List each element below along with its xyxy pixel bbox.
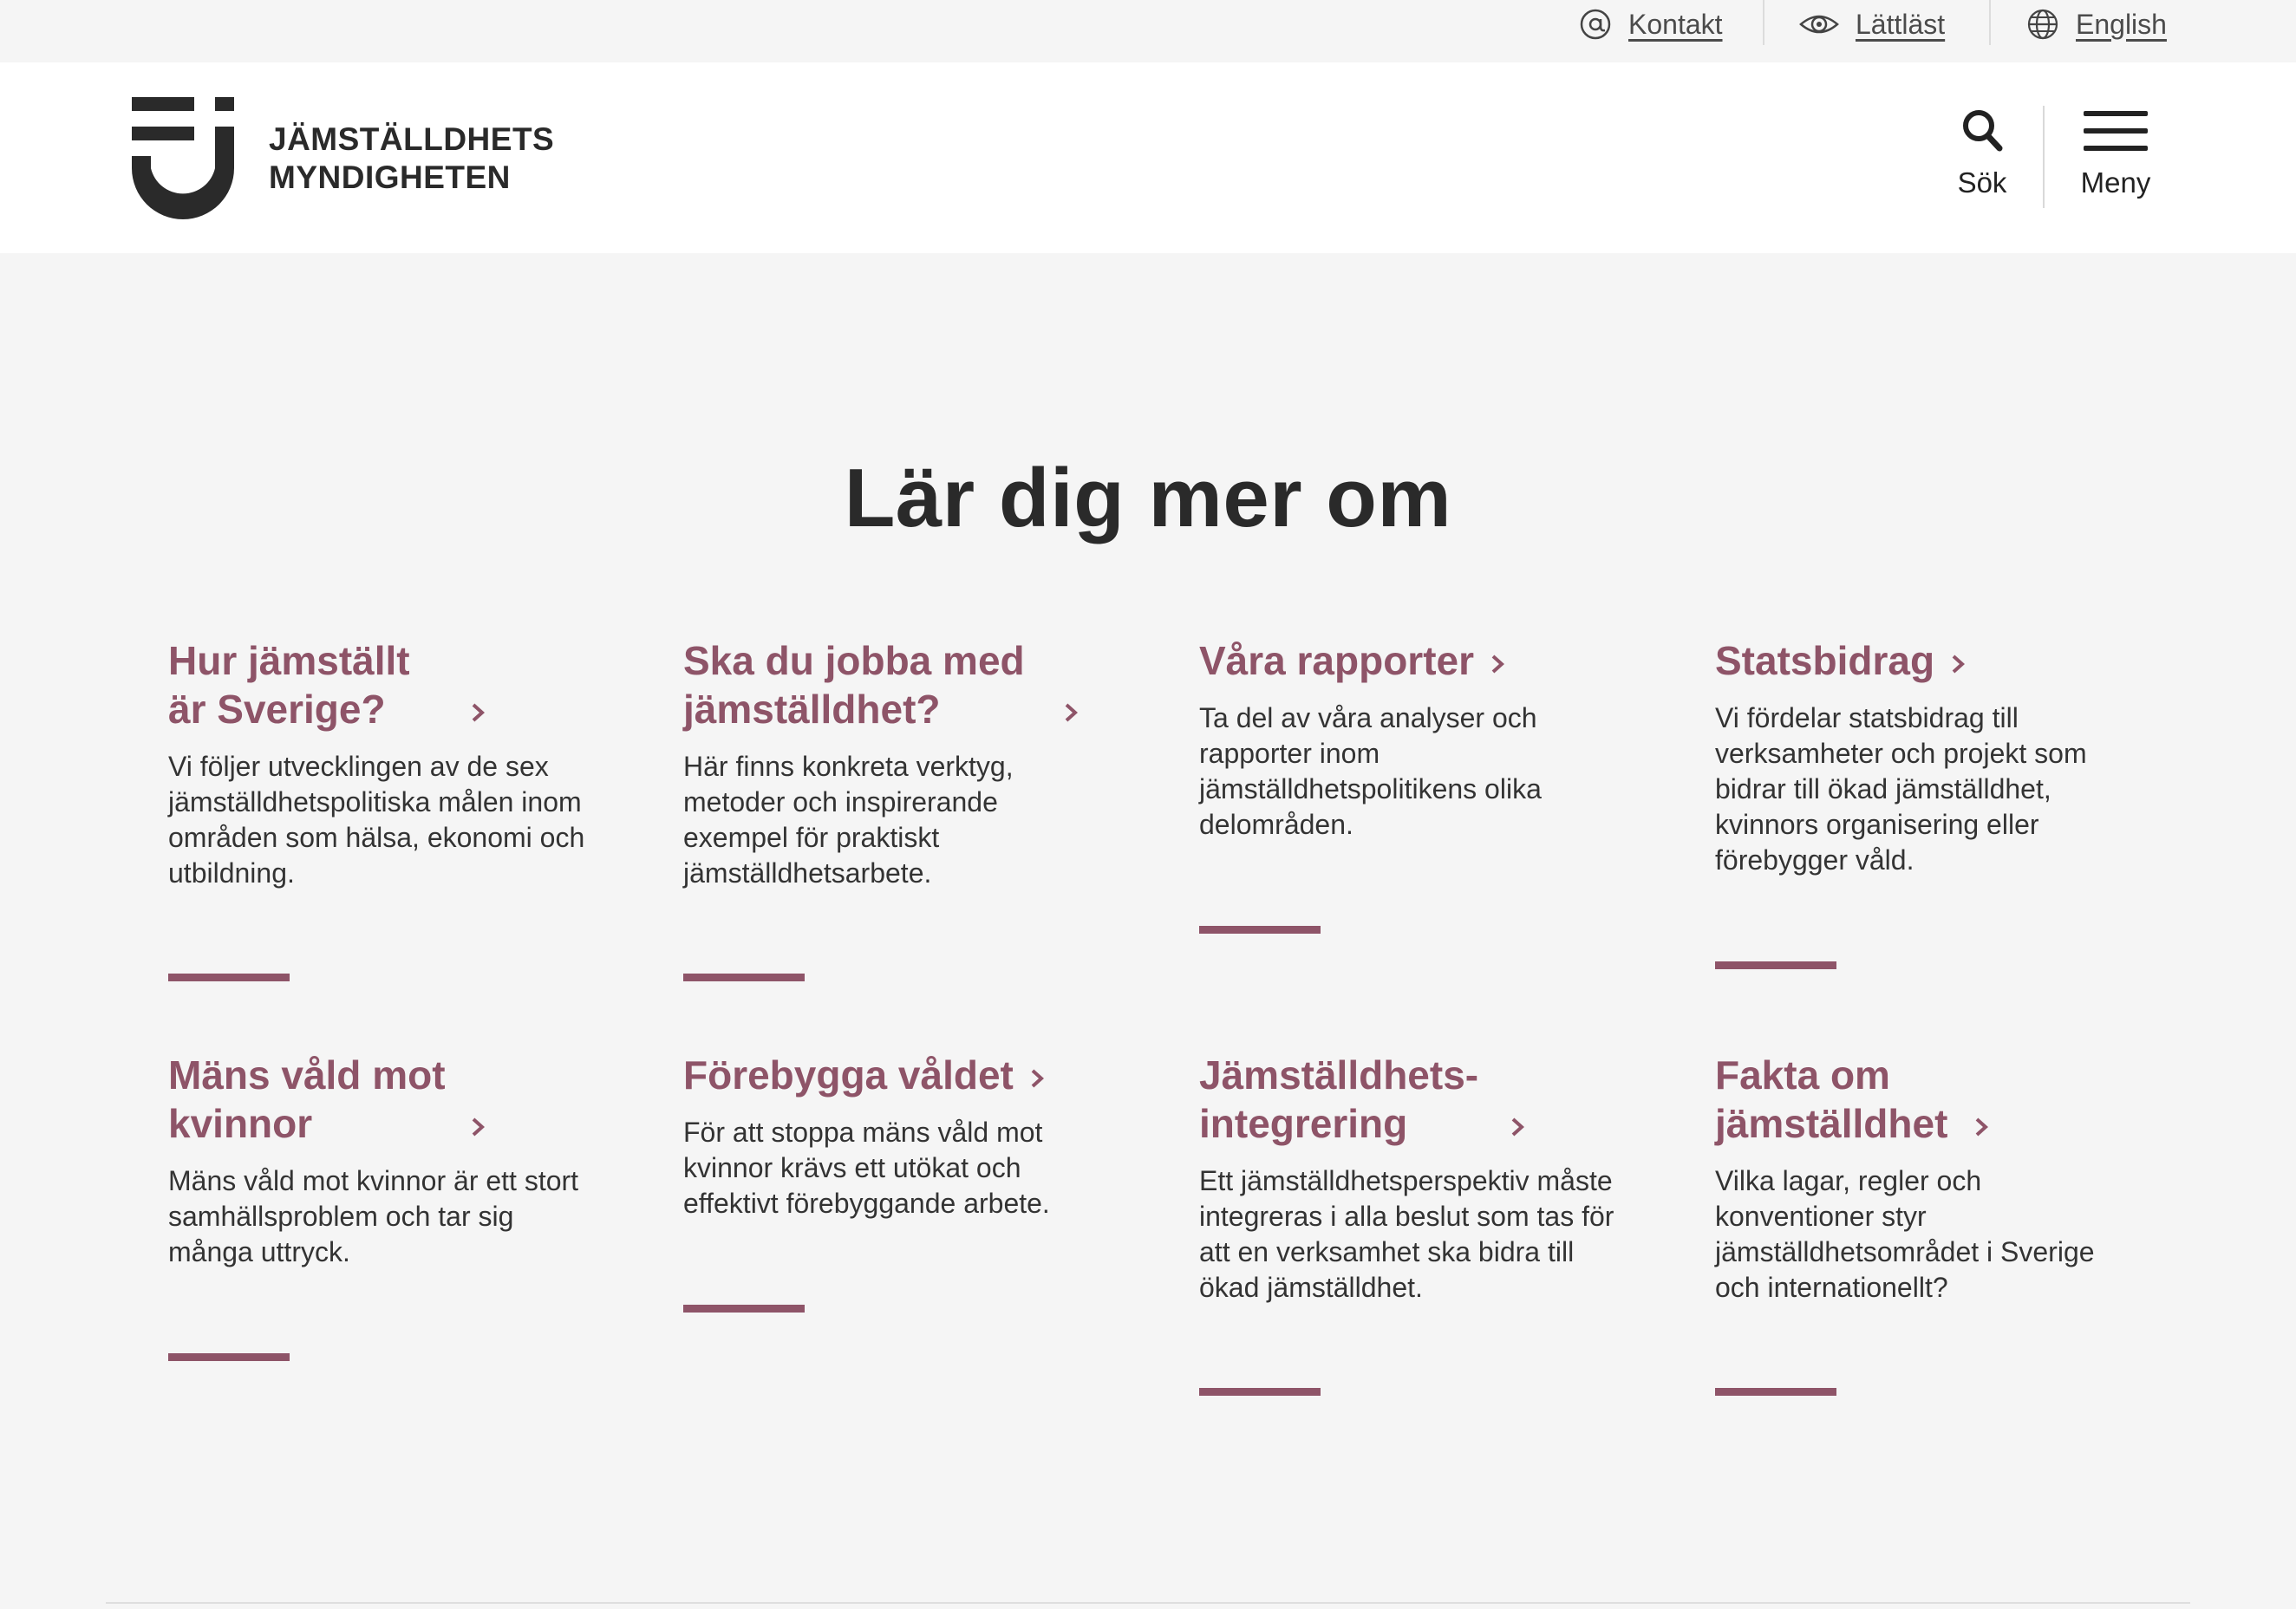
hamburger-menu-icon: [2084, 111, 2148, 151]
card-title: Ska du jobba med jämställdhet?: [683, 638, 1025, 732]
card-link-statsbidrag[interactable]: Statsbidrag: [1715, 636, 2140, 685]
chevron-right-icon: [1975, 1117, 1988, 1137]
topic-card: Jämställdhets-integrering Ett jämställdh…: [1199, 1051, 1624, 1306]
search-button[interactable]: Sök: [1956, 107, 2008, 199]
utility-divider: [1989, 0, 1991, 45]
topic-card: Våra rapporter Ta del av våra analyser o…: [1199, 636, 1624, 843]
logo-text: JÄMSTÄLLDHETS MYNDIGHETEN: [269, 121, 554, 197]
card-title: Förebygga våldet: [683, 1052, 1014, 1098]
card-accent-bar: [1715, 961, 1836, 969]
chevron-right-icon: [472, 1117, 485, 1137]
card-accent-bar: [1715, 1388, 1836, 1396]
search-label: Sök: [1957, 166, 2007, 199]
english-link[interactable]: English: [2025, 0, 2167, 49]
card-title: Fakta om jämställdhet: [1715, 1052, 1948, 1146]
topic-card: Fakta om jämställdhet Vilka lagar, regle…: [1715, 1051, 2140, 1306]
chevron-right-icon: [1511, 1117, 1524, 1137]
card-accent-bar: [168, 1353, 290, 1361]
topic-card: Statsbidrag Vi fördelar statsbidrag till…: [1715, 636, 2140, 878]
card-title: Våra rapporter: [1199, 638, 1475, 683]
header-divider: [2043, 106, 2045, 208]
card-accent-bar: [683, 974, 805, 981]
logo-line-1: JÄMSTÄLLDHETS: [269, 121, 555, 157]
chevron-right-icon: [1952, 655, 1966, 674]
card-title: Mäns våld mot kvinnor: [168, 1052, 446, 1146]
card-title: Statsbidrag: [1715, 638, 1935, 683]
topic-card: Mäns våld mot kvinnor Mäns våld mot kvin…: [168, 1051, 593, 1270]
card-link-ska-du-jobba[interactable]: Ska du jobba med jämställdhet?: [683, 636, 1108, 733]
easy-read-link[interactable]: Lättläst: [1798, 0, 1945, 49]
menu-button[interactable]: Meny: [2077, 107, 2154, 199]
chevron-right-icon: [1491, 655, 1505, 674]
card-accent-bar: [1199, 926, 1321, 934]
card-title: Hur jämställt är Sverige?: [168, 638, 410, 732]
card-link-jamstalldhetsintegrering[interactable]: Jämställdhets-integrering: [1199, 1051, 1624, 1148]
chevron-right-icon: [472, 703, 485, 722]
card-description: Vi fördelar statsbidrag till verksamhete…: [1715, 702, 2087, 876]
english-label: English: [2076, 8, 2167, 40]
card-description: Ta del av våra analyser och rapporter in…: [1199, 702, 1542, 840]
site-logo[interactable]: JÄMSTÄLLDHETS MYNDIGHETEN: [132, 97, 554, 220]
topic-card: Ska du jobba med jämställdhet? Här finns…: [683, 636, 1108, 891]
topic-card: Hur jämställt är Sverige? Vi följer utve…: [168, 636, 593, 891]
globe-icon: [2027, 9, 2058, 40]
site-header: JÄMSTÄLLDHETS MYNDIGHETEN Sök Meny: [0, 62, 2296, 253]
card-accent-bar: [1199, 1388, 1321, 1396]
card-link-fakta-om-jamstalldhet[interactable]: Fakta om jämställdhet: [1715, 1051, 2140, 1148]
card-description: För att stoppa mäns våld mot kvinnor krä…: [683, 1117, 1050, 1219]
menu-label: Meny: [2080, 166, 2151, 199]
search-icon: [1963, 110, 2003, 152]
contact-label: Kontakt: [1628, 8, 1723, 40]
card-description: Vilka lagar, regler och konventioner sty…: [1715, 1165, 2095, 1303]
logo-mark-icon: [132, 97, 234, 219]
card-description: Mäns våld mot kvinnor är ett stort samhä…: [168, 1165, 579, 1267]
card-description: Här finns konkreta verktyg, metoder och …: [683, 751, 1014, 889]
eye-icon: [1799, 15, 1839, 34]
topic-card: Förebygga våldet För att stoppa mäns vål…: [683, 1051, 1108, 1221]
utility-divider: [1763, 0, 1764, 45]
page-title: Lär dig mer om: [844, 452, 1452, 544]
card-link-hur-jamstallt[interactable]: Hur jämställt är Sverige?: [168, 636, 593, 733]
at-icon: [1580, 9, 1611, 40]
utility-bar: Kontakt Lättläst English: [0, 0, 2296, 62]
card-link-forebygga-valdet[interactable]: Förebygga våldet: [683, 1051, 1108, 1099]
card-description: Vi följer utvecklingen av de sex jämstäl…: [168, 751, 585, 889]
card-accent-bar: [683, 1305, 805, 1313]
chevron-right-icon: [1065, 703, 1078, 722]
card-description: Ett jämställdhetsperspektiv måste integr…: [1199, 1165, 1614, 1303]
card-title: Jämställdhets-integrering: [1199, 1052, 1479, 1146]
logo-line-2: MYNDIGHETEN: [269, 160, 511, 195]
card-link-vara-rapporter[interactable]: Våra rapporter: [1199, 636, 1624, 685]
contact-link[interactable]: Kontakt: [1578, 0, 1723, 49]
easy-read-label: Lättläst: [1856, 8, 1946, 40]
chevron-right-icon: [1031, 1069, 1044, 1088]
footer-divider: [106, 1602, 2190, 1604]
card-accent-bar: [168, 974, 290, 981]
card-link-mans-vald[interactable]: Mäns våld mot kvinnor: [168, 1051, 593, 1148]
